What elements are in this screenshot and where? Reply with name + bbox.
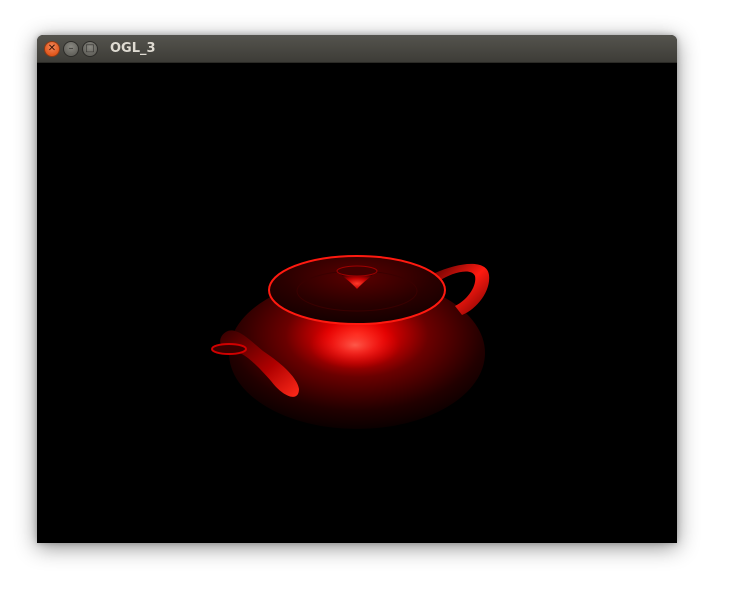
close-icon: ✕ xyxy=(47,43,57,54)
close-button[interactable]: ✕ xyxy=(44,41,60,57)
maximize-button[interactable]: □ xyxy=(82,41,98,57)
minimize-button[interactable]: – xyxy=(63,41,79,57)
app-window: ✕ – □ OGL_3 xyxy=(37,35,677,543)
window-title: OGL_3 xyxy=(110,41,156,56)
maximize-icon: □ xyxy=(85,43,95,54)
opengl-canvas[interactable] xyxy=(37,63,677,543)
desktop: ✕ – □ OGL_3 xyxy=(0,0,735,592)
title-bar[interactable]: ✕ – □ OGL_3 xyxy=(37,35,677,63)
teapot-render xyxy=(211,255,490,429)
minimize-icon: – xyxy=(68,43,74,54)
